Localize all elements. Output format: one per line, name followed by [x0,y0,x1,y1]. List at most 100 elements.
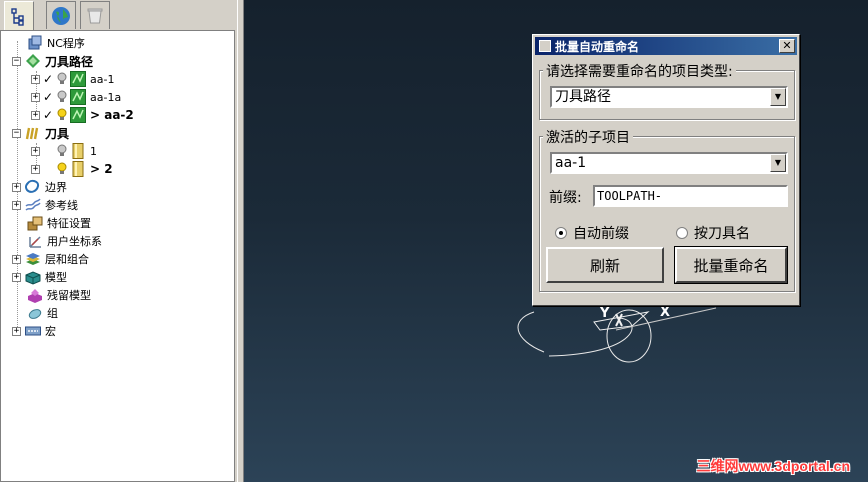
pattern-icon [25,198,41,211]
explorer-tree: NC程序 − 刀具路径 + ✓ aa-1 + ✓ aa-1a + ✓ > aa-… [0,30,235,482]
tree-item-pattern[interactable]: + 参考线 [12,196,246,214]
stock-model-icon [28,289,42,303]
tree-item-stock-models[interactable]: 残留模型 [27,286,261,304]
tree-label: aa-1a [90,90,122,104]
type-group-label: 请选择需要重命名的项目类型: [543,61,736,81]
dropdown-arrow-icon[interactable]: ▼ [770,88,786,106]
nc-program-icon [28,35,42,50]
workplane-icon [29,236,41,248]
batch-rename-button[interactable]: 批量重命名 [674,246,788,284]
expand-icon[interactable]: + [12,326,21,336]
check-icon[interactable]: ✓ [43,72,55,86]
tree-label: 边界 [45,181,67,194]
tab-explorer-tree[interactable] [4,1,34,31]
tree-item-feature-sets[interactable]: 特征设置 [27,214,261,232]
tree-label: 组 [47,307,58,320]
tools-folder-icon [25,127,39,140]
toolpath-icon [70,71,86,87]
tree-item-levels[interactable]: + 层和组合 [12,250,246,268]
group-icon [28,309,42,319]
bulb-off-icon[interactable] [57,72,67,86]
expand-icon[interactable]: + [31,110,40,120]
tree-item-groups[interactable]: 组 [27,304,261,322]
tree-item-toolpath-aa-2[interactable]: + ✓ > aa-2 [31,106,265,124]
tree-icon [11,7,24,26]
close-button[interactable]: ✕ [779,39,795,53]
active-item-select[interactable]: aa-1 ▼ [550,152,788,174]
explorer-tab-bar [0,0,237,31]
tree-label: 用户坐标系 [47,235,102,248]
tool-icon [72,161,84,177]
active-group-label: 激活的子项目 [543,127,633,147]
dialog-titlebar[interactable]: 批量自动重命名 ✕ [535,37,797,55]
app-icon [539,40,551,52]
tree-label: 宏 [45,325,56,338]
refresh-button[interactable]: 刷新 [546,247,664,283]
tree-label: > aa-2 [90,108,134,122]
feature-set-icon [27,216,43,231]
check-icon[interactable]: ✓ [43,90,55,104]
explorer-panel: NC程序 − 刀具路径 + ✓ aa-1 + ✓ aa-1a + ✓ > aa-… [0,0,237,482]
tab-globe[interactable] [46,1,76,29]
prefix-label: 前缀: [549,190,582,206]
expand-icon[interactable]: + [31,146,40,156]
layers-icon [26,253,40,265]
radio-selected-icon [555,227,567,239]
active-item-value: aa-1 [555,155,587,171]
bulb-off-icon[interactable] [57,90,67,104]
toolpath-icon [70,89,86,105]
prefix-input[interactable]: TOOLPATH- [593,185,788,207]
collapse-icon[interactable]: − [12,56,21,66]
radio-by-tool-name[interactable]: 按刀具名 [676,223,750,243]
collapse-icon[interactable]: − [12,128,21,138]
bin-icon [87,8,103,23]
tree-label: 特征设置 [47,217,91,230]
batch-rename-dialog: 批量自动重命名 ✕ 请选择需要重命名的项目类型: 刀具路径 ▼ 激活的子项目 a… [532,34,800,306]
tree-label: 1 [90,144,97,158]
expand-icon[interactable]: + [31,92,40,102]
tree-item-nc-programs[interactable]: NC程序 [27,34,261,52]
tree-label: 模型 [45,271,67,284]
tree-item-toolpath-aa-1a[interactable]: + ✓ aa-1a [31,88,265,106]
tree-label: 参考线 [45,199,78,212]
tree-item-toolpath-aa-1[interactable]: + ✓ aa-1 [31,70,265,88]
tree-item-workplanes[interactable]: 用户坐标系 [27,232,261,250]
bulb-off-icon[interactable] [57,144,67,158]
dialog-title: 批量自动重命名 [555,39,640,54]
type-select[interactable]: 刀具路径 ▼ [550,86,788,108]
radio-unselected-icon [676,227,688,239]
tab-recycle[interactable] [80,1,110,29]
check-icon[interactable]: ✓ [43,108,55,122]
tree-item-models[interactable]: + 模型 [12,268,246,286]
tree-label: > 2 [90,162,113,176]
tree-label: 刀具路径 [45,54,94,69]
bulb-on-icon[interactable] [57,108,67,122]
tree-label: aa-1 [90,72,115,86]
toolpath-icon [70,107,86,123]
watermark: 三维网www.3dportal.cn [696,458,851,474]
expand-icon[interactable]: + [31,74,40,84]
tree-item-tools[interactable]: − 刀具 [12,124,246,142]
expand-icon[interactable]: + [12,254,21,264]
type-select-value: 刀具路径 [555,89,611,105]
axis-label-y: Y [600,306,610,321]
expand-icon[interactable]: + [12,182,21,192]
macro-icon [25,326,41,336]
axis-label-x: X [660,305,671,320]
tree-item-boundaries[interactable]: + 边界 [12,178,246,196]
tool-icon [72,143,84,159]
tree-label: 层和组合 [45,253,89,266]
globe-icon [52,6,70,25]
tree-item-macros[interactable]: + 宏 [12,322,246,340]
tree-item-tool-1[interactable]: + 1 [31,142,265,160]
panel-splitter[interactable] [237,0,244,482]
radio-auto-prefix[interactable]: 自动前缀 [555,223,629,243]
expand-icon[interactable]: + [12,272,21,282]
expand-icon[interactable]: + [12,200,21,210]
tree-item-tool-2[interactable]: + > 2 [31,160,265,178]
expand-icon[interactable]: + [31,164,40,174]
dropdown-arrow-icon[interactable]: ▼ [770,154,786,172]
tree-item-toolpaths[interactable]: − 刀具路径 [12,52,246,70]
bulb-on-icon[interactable] [57,162,67,176]
model-icon [25,271,41,285]
